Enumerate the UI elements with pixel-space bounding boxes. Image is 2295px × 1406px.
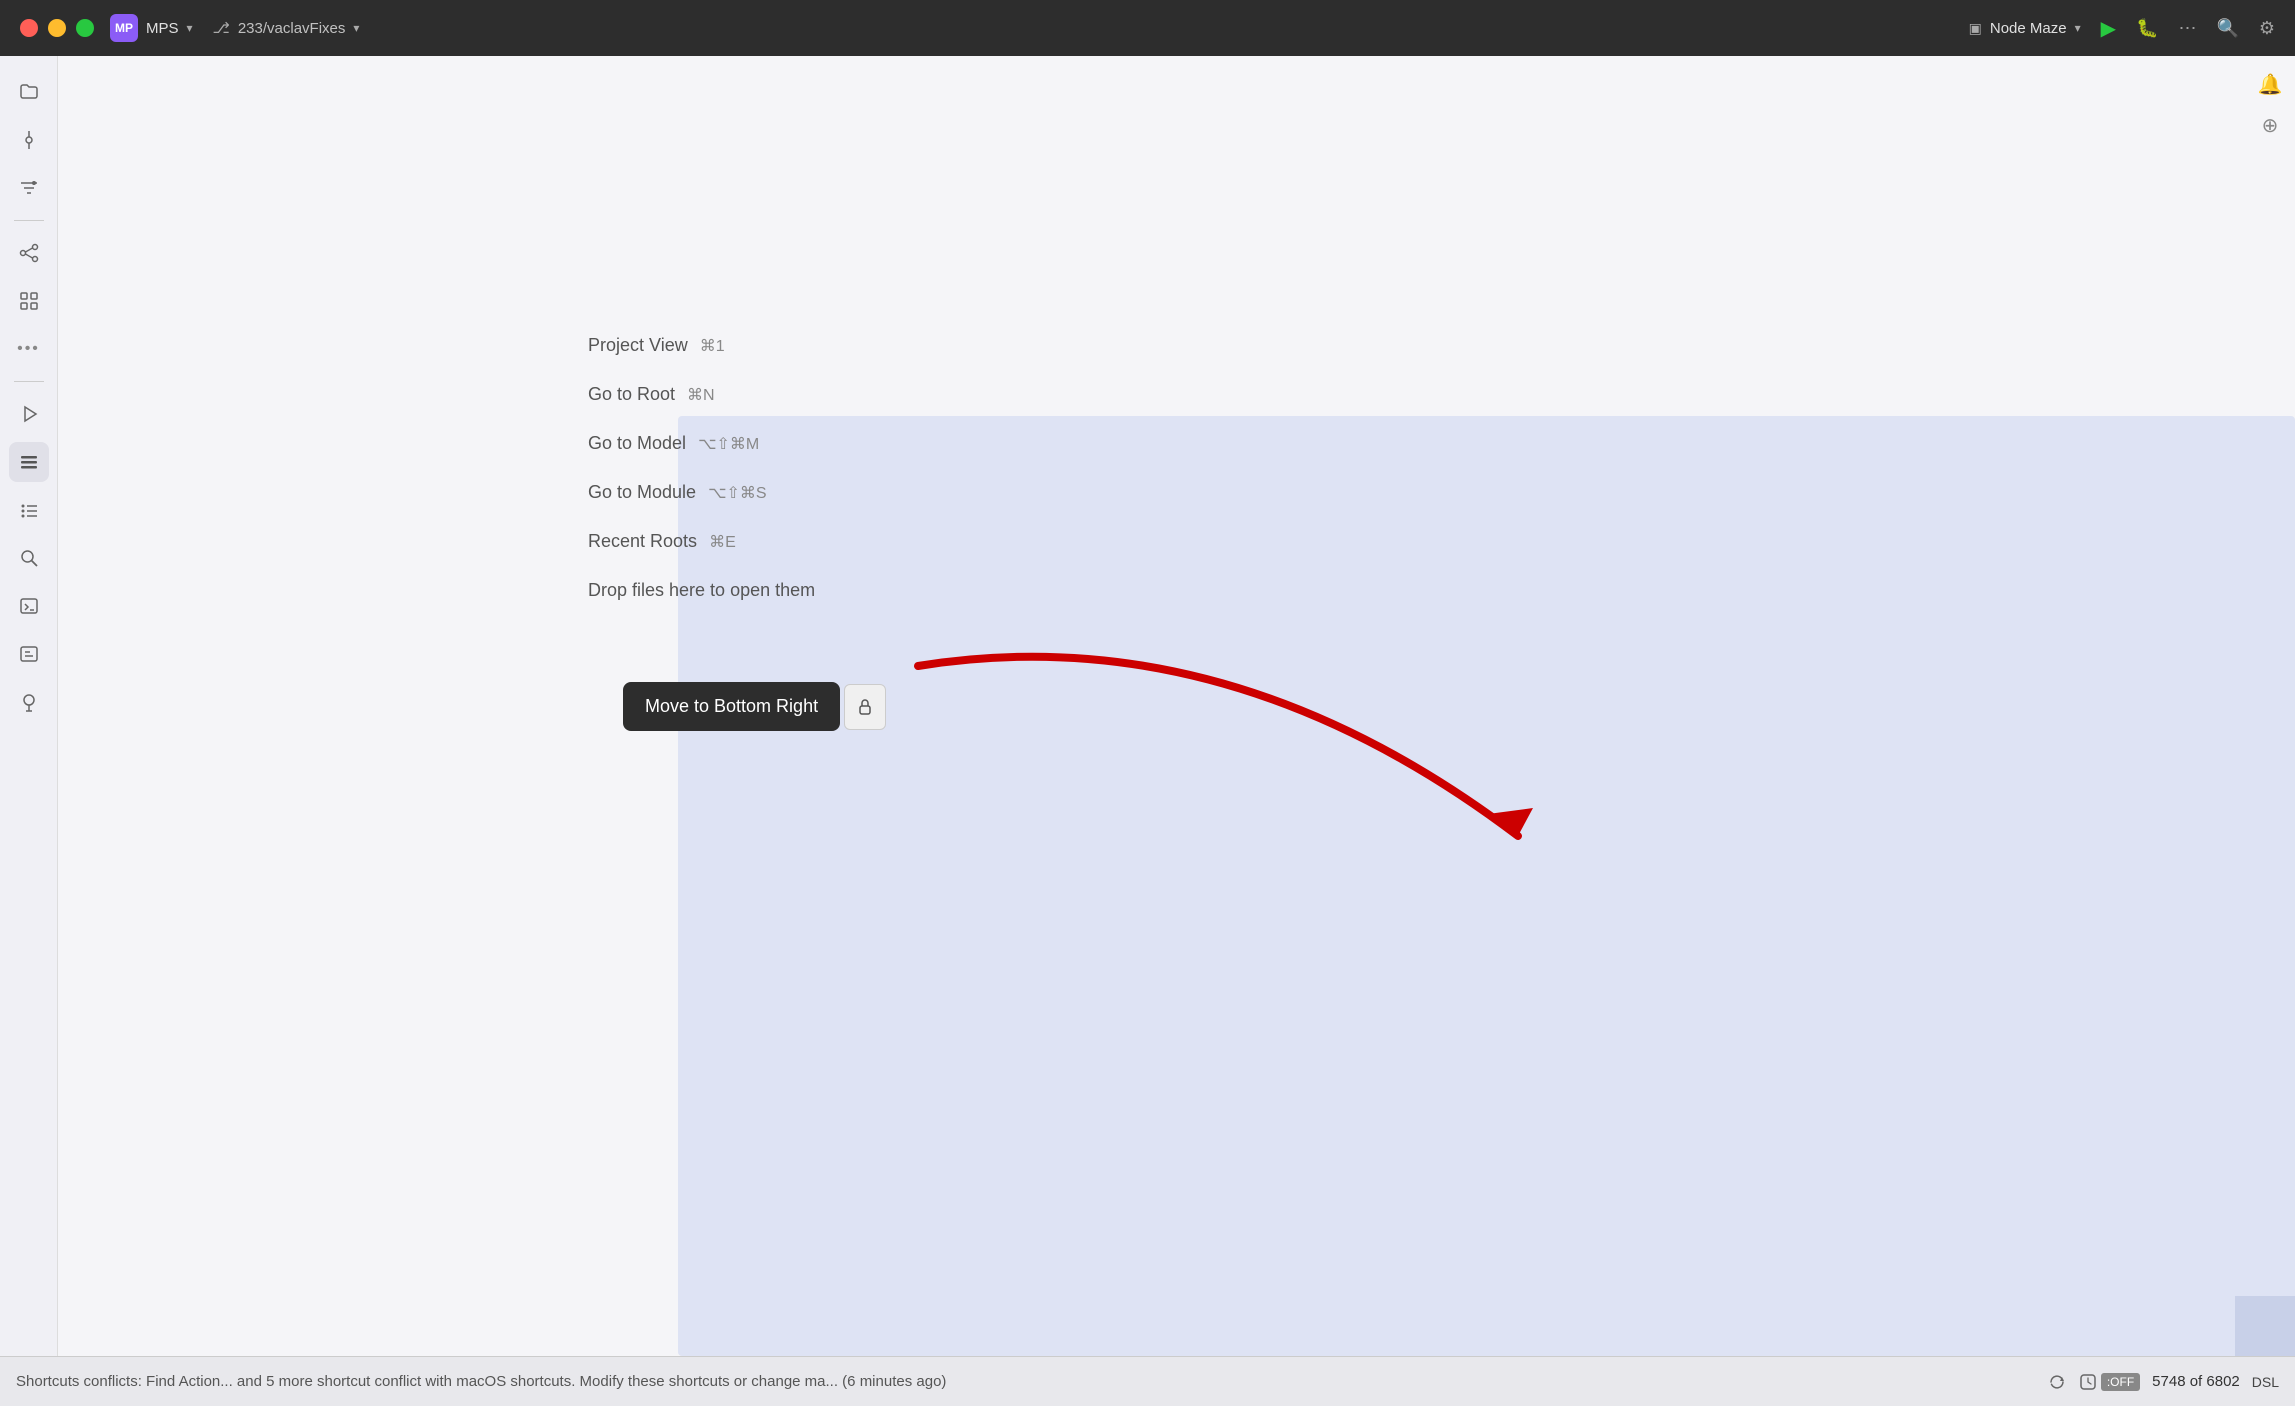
sidebar-item-run[interactable] [9, 394, 49, 434]
titlebar-right: ▣ Node Maze ▾ ▶ 🐛 ⋯ 🔍 ⚙ [1969, 16, 2275, 41]
line-count: 5748 of 6802 [2152, 1373, 2240, 1390]
run-config-selector[interactable]: ▣ Node Maze ▾ [1969, 20, 2081, 37]
sidebar-item-terminal[interactable] [9, 586, 49, 626]
branch-dropdown-icon: ▾ [353, 21, 359, 35]
settings-wheel-icon[interactable]: ⊕ [2262, 113, 2279, 138]
lock-icon-button[interactable] [844, 684, 886, 730]
node-maze-icon: ▣ [1969, 20, 1982, 37]
menu-shortcut: ⌥⇧⌘S [708, 483, 767, 503]
bottom-right-indicator [2235, 1296, 2295, 1356]
branch-name: 233/vaclavFixes [238, 20, 346, 37]
sidebar-item-search[interactable] [9, 538, 49, 578]
sidebar-item-filter[interactable] [9, 168, 49, 208]
menu-shortcut: ⌘N [687, 385, 715, 405]
sidebar-item-commit[interactable] [9, 120, 49, 160]
menu-shortcut: ⌘E [709, 532, 736, 552]
sync-status[interactable] [2047, 1372, 2067, 1392]
menu-item-label: Go to Root [588, 384, 675, 405]
search-button[interactable]: 🔍 [2216, 18, 2238, 39]
sidebar-item-folder[interactable] [9, 72, 49, 112]
titlebar: MP MPS ▾ ⎇ 233/vaclavFixes ▾ ▣ Node Maze… [0, 0, 2295, 56]
node-maze-dropdown: ▾ [2075, 21, 2081, 35]
move-to-bottom-right-button[interactable]: Move to Bottom Right [623, 682, 840, 731]
menu-items-list: Project View ⌘1 Go to Root ⌘N Go to Mode… [568, 321, 835, 615]
left-sidebar: ••• [0, 56, 58, 1356]
statusbar-right: :OFF 5748 of 6802 DSL [2047, 1372, 2279, 1392]
menu-item-label: Drop files here to open them [588, 580, 815, 601]
menu-item-recent-roots[interactable]: Recent Roots ⌘E [568, 517, 835, 566]
more-actions-button[interactable]: ⋯ [2178, 18, 2196, 39]
sidebar-divider-1 [14, 220, 44, 221]
main-area: Project View ⌘1 Go to Root ⌘N Go to Mode… [58, 56, 2295, 1356]
power-status[interactable]: :OFF [2079, 1373, 2140, 1391]
menu-item-label: Go to Model [588, 433, 686, 454]
sidebar-item-graph[interactable] [9, 233, 49, 273]
app-name: MPS [146, 20, 179, 37]
app-dropdown-icon: ▾ [187, 21, 193, 35]
menu-item-label: Go to Module [588, 482, 696, 503]
sidebar-item-terminal2[interactable] [9, 634, 49, 674]
menu-item-label: Recent Roots [588, 531, 697, 552]
off-badge: :OFF [2101, 1373, 2140, 1391]
app-selector[interactable]: MP MPS ▾ [110, 14, 193, 42]
menu-shortcut: ⌥⇧⌘M [698, 434, 759, 454]
dsl-label[interactable]: DSL [2252, 1374, 2279, 1390]
minimize-button[interactable] [48, 19, 66, 37]
menu-item-label: Project View [588, 335, 688, 356]
settings-button[interactable]: ⚙ [2259, 18, 2275, 39]
sidebar-item-bullet-list[interactable] [9, 490, 49, 530]
maximize-button[interactable] [76, 19, 94, 37]
sidebar-item-list[interactable] [9, 442, 49, 482]
menu-item-go-to-module[interactable]: Go to Module ⌥⇧⌘S [568, 468, 835, 517]
right-sidebar: 🔔 ⊕ [2245, 56, 2295, 1356]
statusbar: Shortcuts conflicts: Find Action... and … [0, 1356, 2295, 1406]
menu-item-drop-files: Drop files here to open them [568, 566, 835, 615]
notification-icon[interactable]: 🔔 [2258, 72, 2283, 97]
tooltip-container: Move to Bottom Right [623, 682, 886, 731]
statusbar-message[interactable]: Shortcuts conflicts: Find Action... and … [16, 1373, 2031, 1390]
menu-shortcut: ⌘1 [700, 336, 725, 356]
sidebar-divider-2 [14, 381, 44, 382]
node-maze-label: Node Maze [1990, 20, 2067, 37]
menu-item-go-to-root[interactable]: Go to Root ⌘N [568, 370, 835, 419]
traffic-lights [20, 19, 94, 37]
run-button[interactable]: ▶ [2101, 16, 2116, 41]
sidebar-item-more[interactable]: ••• [9, 329, 49, 369]
branch-git-icon: ⎇ [213, 19, 230, 37]
menu-item-go-to-model[interactable]: Go to Model ⌥⇧⌘M [568, 419, 835, 468]
branch-selector[interactable]: ⎇ 233/vaclavFixes ▾ [213, 19, 360, 37]
blue-overlay-panel [678, 416, 2295, 1356]
debug-button[interactable]: 🐛 [2136, 18, 2158, 39]
app-icon: MP [110, 14, 138, 42]
menu-item-project-view[interactable]: Project View ⌘1 [568, 321, 835, 370]
sidebar-item-grid[interactable] [9, 281, 49, 321]
sidebar-item-pin[interactable] [9, 682, 49, 722]
close-button[interactable] [20, 19, 38, 37]
